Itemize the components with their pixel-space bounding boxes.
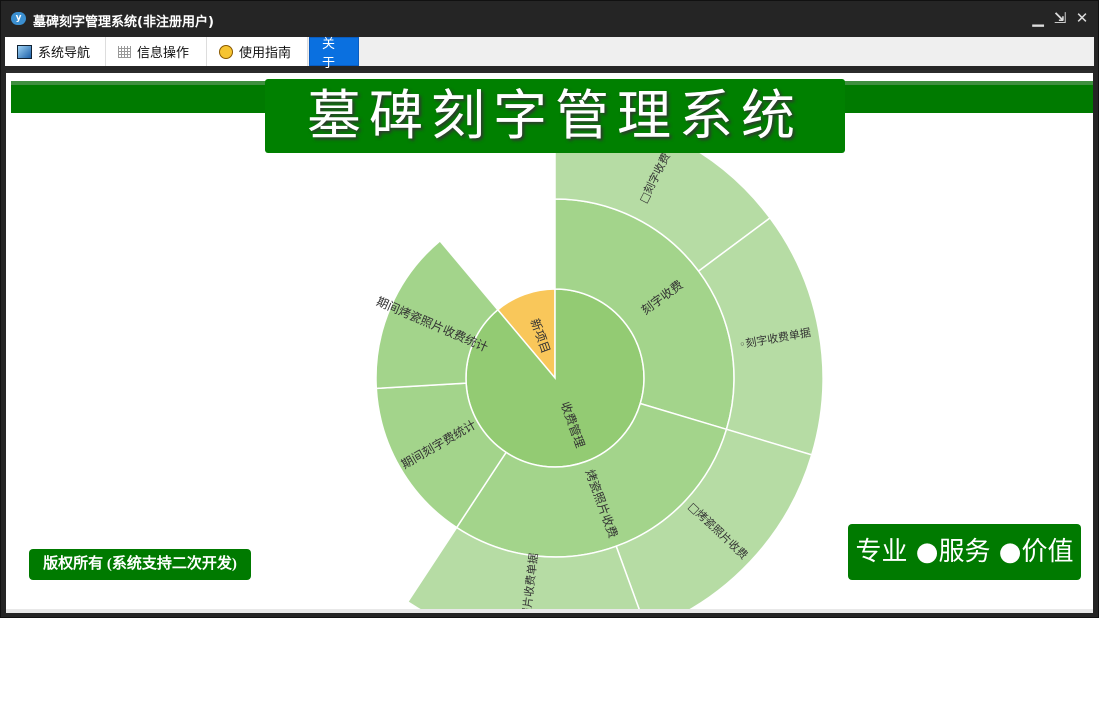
navigation-window-icon xyxy=(17,44,32,59)
app-window: y 墓碑刻字管理系统(非注册用户) ▁ ⇲ ✕ 系统导航 信息操作 使用指南 关… xyxy=(0,0,1099,618)
cloud-logo-icon: y xyxy=(11,12,26,25)
page-title: 墓碑刻字管理系统 xyxy=(265,79,845,153)
tab-label: 使用指南 xyxy=(239,46,292,61)
restore-icon[interactable]: ⇲ xyxy=(1052,9,1068,27)
window-title: 墓碑刻字管理系统(非注册用户) xyxy=(33,15,214,30)
tab-label: 系统导航 xyxy=(38,46,91,61)
title-bar: y 墓碑刻字管理系统(非注册用户) ▁ ⇲ ✕ xyxy=(1,1,1098,37)
tab-label: 信息操作 xyxy=(137,46,190,61)
help-icon xyxy=(219,44,233,59)
tab-info-operation[interactable]: 信息操作 xyxy=(106,37,207,66)
bottom-bar xyxy=(6,609,1093,613)
tab-bar: 系统导航 信息操作 使用指南 关于 xyxy=(5,37,1094,71)
sunburst-segment[interactable] xyxy=(465,288,645,468)
copyright-badge: 版权所有 (系统支持二次开发) xyxy=(29,549,251,580)
about-panel: 墓碑刻字管理系统 新项目 收费管理 刻字收费 □刻字收费 ◦刻字收费单据 烤瓷照片收费 □烤… xyxy=(6,70,1093,613)
minimize-icon[interactable]: ▁ xyxy=(1030,9,1046,27)
close-icon[interactable]: ✕ xyxy=(1074,9,1090,27)
tab-label: 关于 xyxy=(322,36,336,71)
tab-about[interactable]: 关于 xyxy=(309,37,359,71)
tab-system-navigation[interactable]: 系统导航 xyxy=(5,37,106,66)
slogan-badge: 专业 ●服务 ●价值 xyxy=(848,524,1081,580)
tab-user-guide[interactable]: 使用指南 xyxy=(207,37,308,66)
grid-icon xyxy=(118,45,131,58)
